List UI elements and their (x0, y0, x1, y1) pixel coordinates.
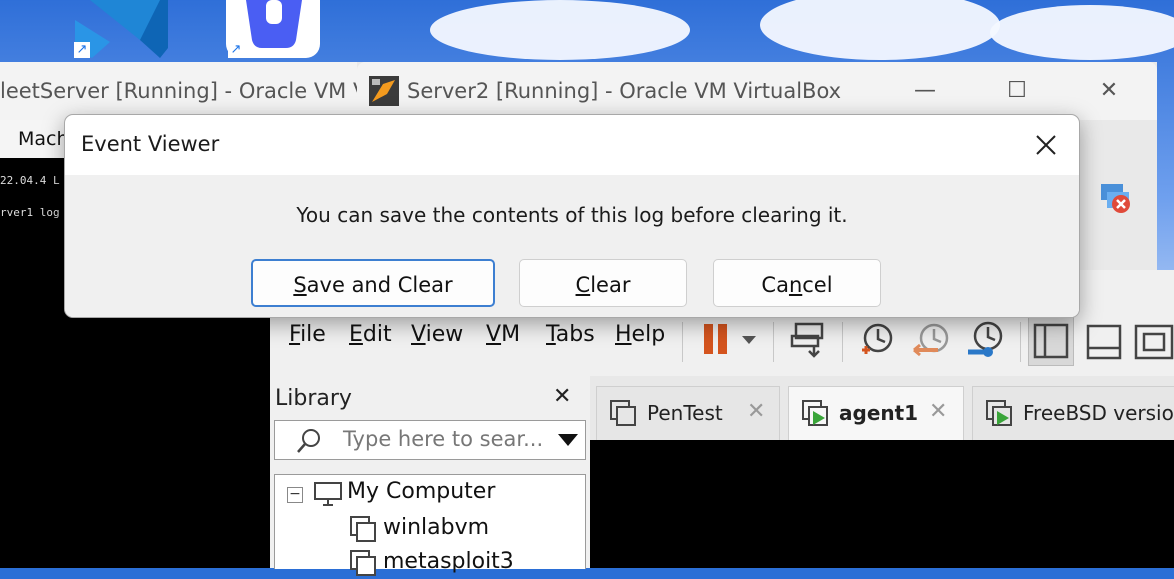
shortcut-arrow-icon: ↗ (228, 42, 244, 58)
sidebar-view-icon (1033, 323, 1069, 359)
menu-help[interactable]: Help (615, 322, 665, 347)
network-error-icon (1101, 184, 1130, 213)
send-keys-icon[interactable] (788, 318, 832, 362)
clear-button[interactable]: Clear (519, 259, 687, 307)
tree-collapse-toggle[interactable]: − (287, 487, 303, 503)
menu-vm[interactable]: VM (486, 322, 520, 347)
vm-icon (350, 516, 376, 542)
running-vm-icon (986, 400, 1012, 426)
terminal-line: 22.04.4 L (0, 174, 60, 187)
close-icon (1036, 135, 1056, 155)
computer-icon (314, 482, 342, 506)
window-titlebar[interactable]: leetServer [Running] - Oracle VM V (0, 62, 370, 120)
sky-cloud (430, 0, 690, 60)
snapshot-take-icon[interactable] (856, 318, 900, 362)
menu-view[interactable]: View (411, 322, 463, 347)
menu-edit[interactable]: Edit (349, 322, 392, 347)
dialog-close-button[interactable] (1025, 125, 1067, 165)
tab-label: FreeBSD version (1023, 401, 1174, 425)
sky-cloud (990, 5, 1174, 60)
toolbar-separator (1020, 322, 1021, 362)
dialog-title: Event Viewer (81, 132, 220, 156)
dropdown-arrow-icon[interactable] (557, 433, 579, 447)
search-placeholder: Type here to sear... (343, 427, 544, 451)
toolbar-separator (842, 322, 843, 362)
save-and-clear-button[interactable]: Save and Clear (251, 259, 495, 307)
vm-icon (350, 550, 376, 576)
event-viewer-dialog: Event Viewer You can save the contents o… (64, 114, 1080, 318)
tree-item-my-computer[interactable]: My Computer (347, 479, 495, 504)
library-title: Library (275, 386, 352, 411)
library-close-button[interactable]: ✕ (553, 384, 571, 409)
library-tree: − My Computer winlabvm metasploit3 (274, 474, 586, 576)
library-panel: Library ✕ Type here to sear... − My Comp… (270, 376, 588, 576)
vm-icon (610, 400, 636, 426)
close-button[interactable]: ✕ (1089, 74, 1129, 108)
tab-label: PenTest (647, 401, 723, 425)
vscode-desktop-icon[interactable]: ↗ (70, 0, 170, 60)
thumbnail-view-icon[interactable] (1082, 318, 1126, 366)
snapshot-manager-icon[interactable] (964, 318, 1008, 362)
tab-close-button[interactable]: ✕ (929, 399, 947, 424)
search-icon (297, 429, 320, 453)
menu-item-machine[interactable]: Mach (18, 120, 69, 158)
tree-item-vm[interactable]: metasploit3 (383, 549, 514, 574)
tab-agent1[interactable]: agent1 ✕ (788, 386, 964, 441)
menu-file[interactable]: File (289, 322, 326, 347)
fullscreen-icon[interactable] (1132, 318, 1174, 366)
toolbar-separator (773, 322, 774, 362)
trash-app-desktop-icon[interactable]: ↗ (226, 0, 322, 60)
menu-tabs[interactable]: Tabs (546, 322, 595, 347)
cancel-button[interactable]: Cancel (713, 259, 881, 307)
snapshot-revert-icon[interactable] (910, 318, 954, 362)
vm-tab-strip: PenTest ✕ agent1 ✕ FreeBSD version (590, 376, 1174, 441)
window-title: Server2 [Running] - Oracle VM VirtualBox (407, 79, 842, 103)
library-search-input[interactable]: Type here to sear... (274, 420, 586, 460)
tab-label: agent1 (839, 401, 919, 425)
window-titlebar[interactable]: Server2 [Running] - Oracle VM VirtualBox… (357, 62, 1157, 120)
shortcut-arrow-icon: ↗ (74, 42, 90, 58)
vm-console[interactable] (590, 440, 1174, 568)
dialog-message: You can save the contents of this log be… (296, 203, 848, 227)
pause-dropdown-button[interactable] (700, 318, 764, 362)
terminal-line: rver1 log (0, 206, 60, 219)
tree-item-vm[interactable]: winlabvm (383, 515, 489, 540)
virtualbox-icon (369, 76, 399, 106)
running-vm-icon (802, 400, 828, 426)
tab-pentest[interactable]: PenTest ✕ (596, 386, 780, 441)
maximize-button[interactable]: ☐ (997, 74, 1037, 108)
minimize-button[interactable]: — (905, 74, 945, 108)
tab-close-button[interactable]: ✕ (747, 399, 765, 424)
view-sidebar-button[interactable] (1028, 316, 1074, 366)
window-title: leetServer [Running] - Oracle VM V (0, 79, 368, 103)
tab-freebsd[interactable]: FreeBSD version (972, 386, 1174, 441)
toolbar-separator (682, 322, 683, 362)
